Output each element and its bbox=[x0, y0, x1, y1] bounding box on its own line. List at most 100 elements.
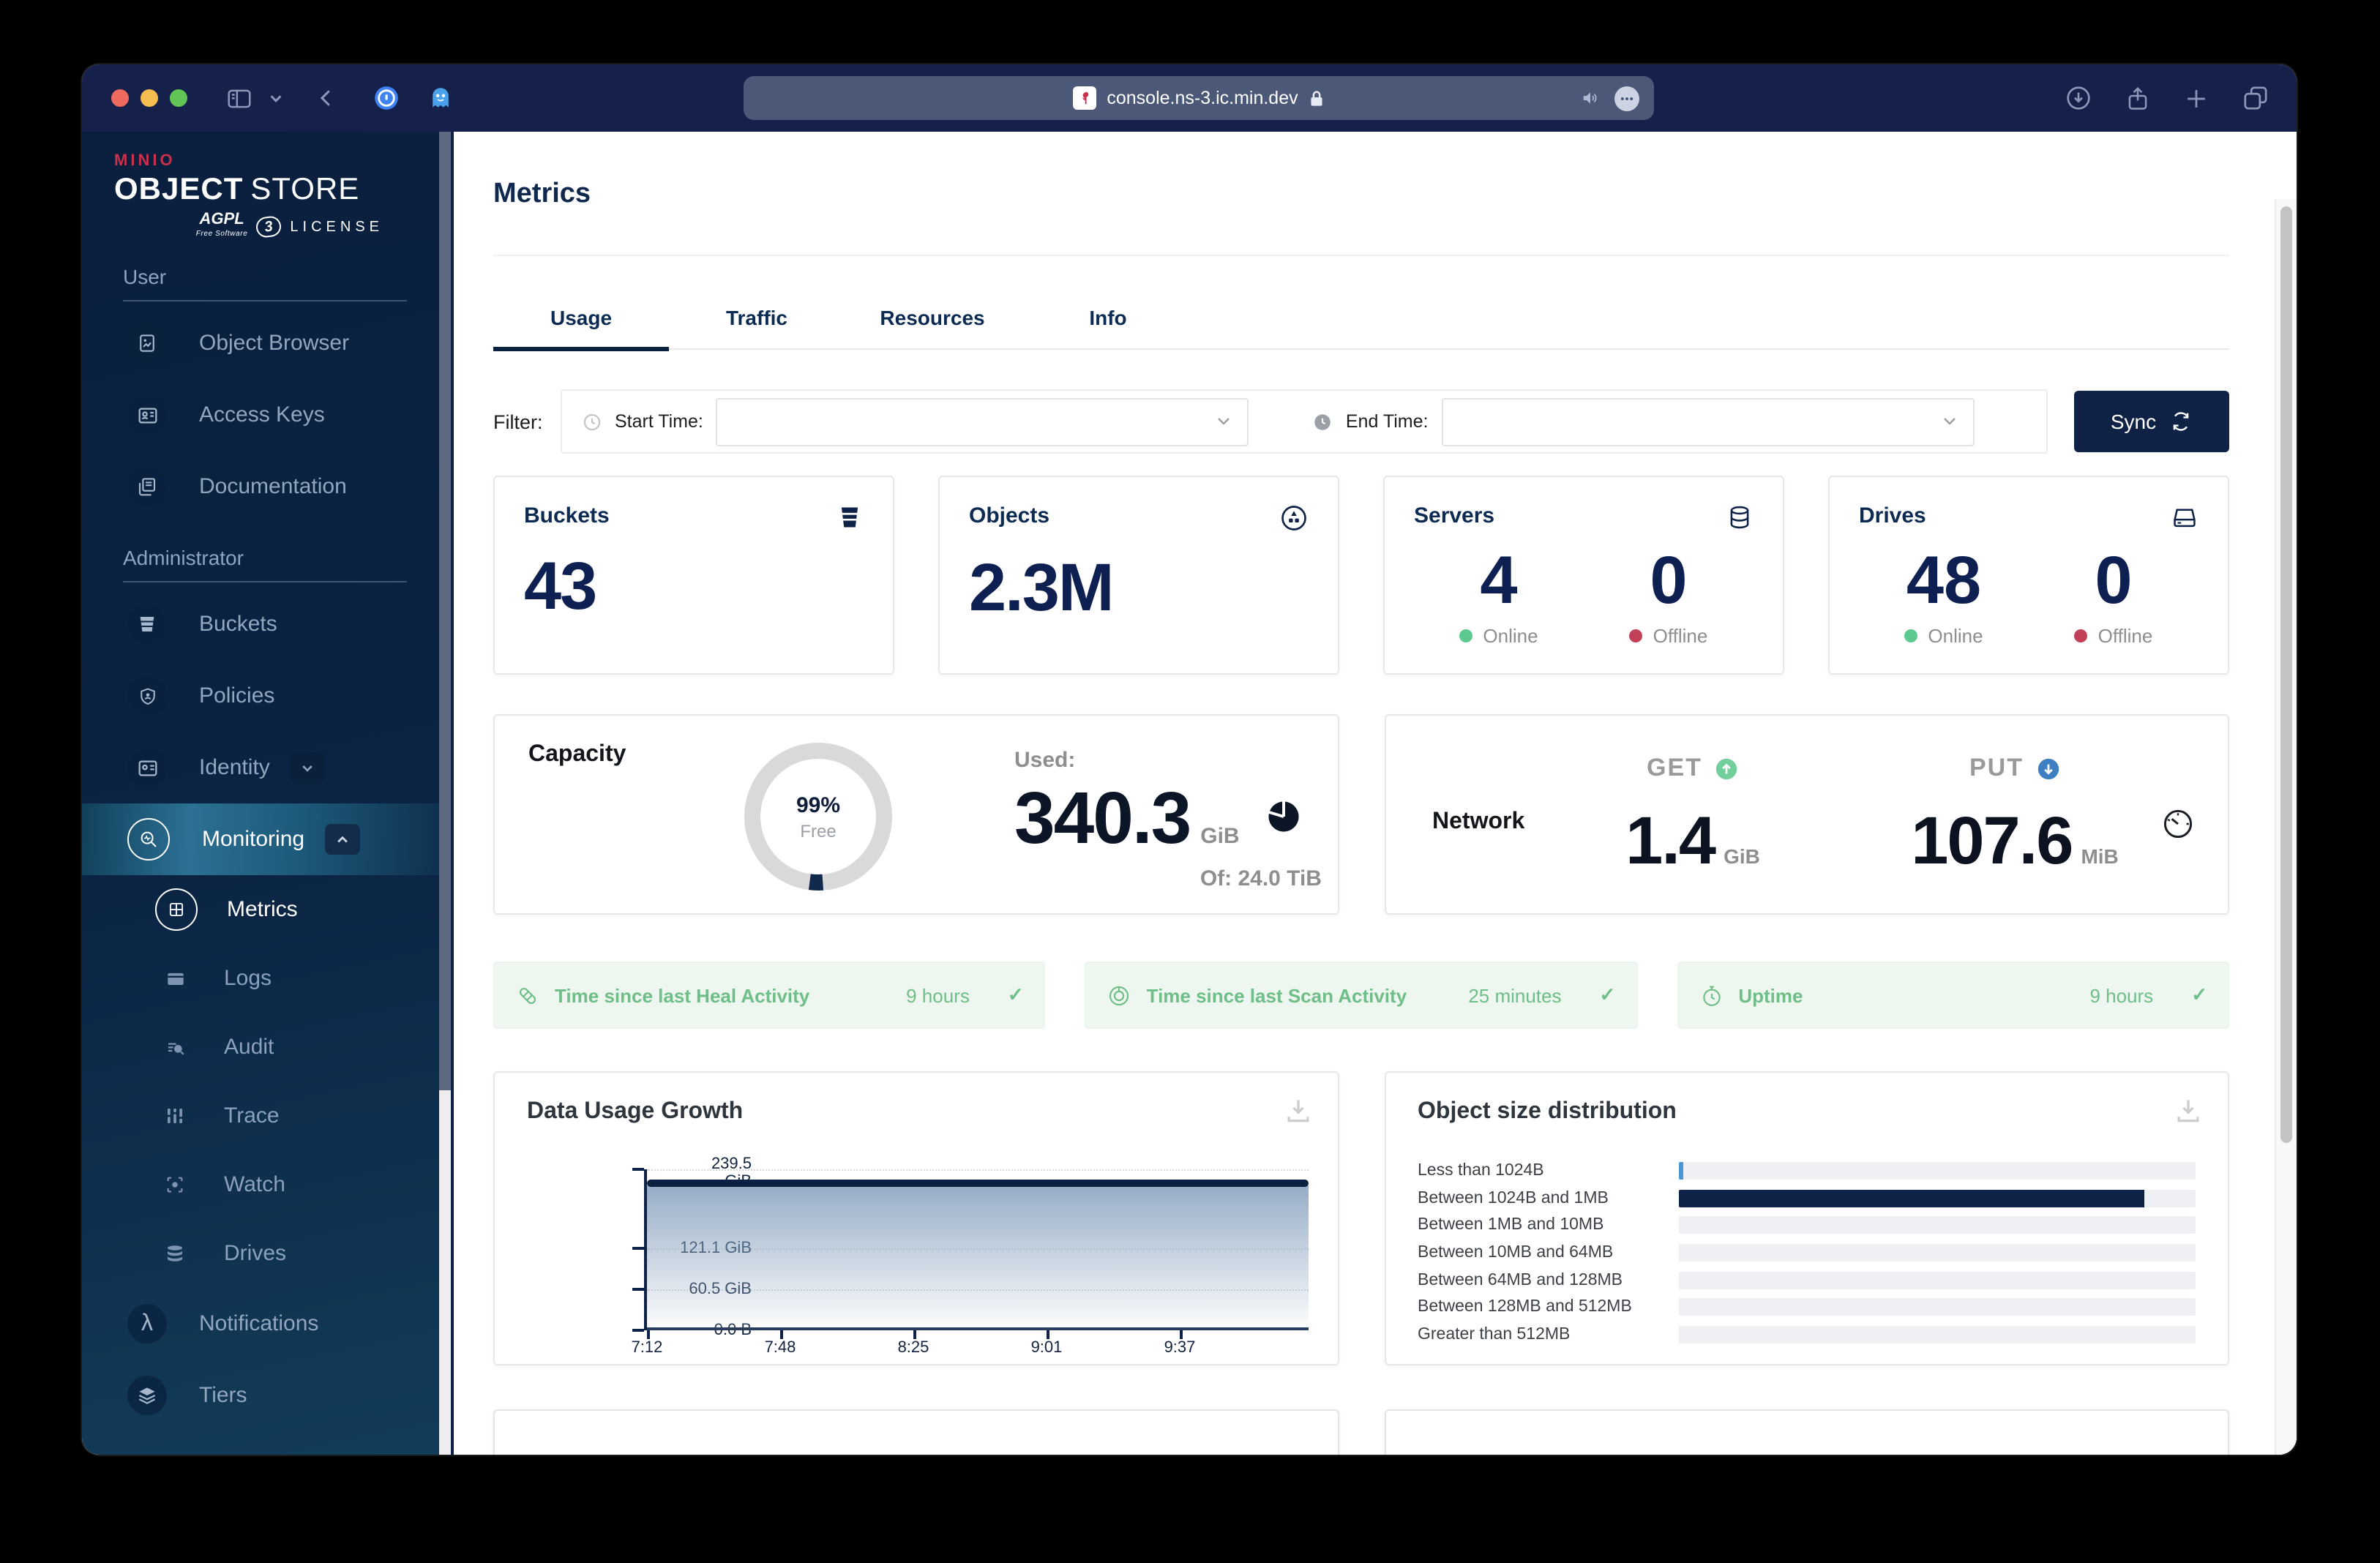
distribution-bar-track bbox=[1678, 1189, 2196, 1207]
distribution-row: Less than 1024B bbox=[1418, 1158, 2196, 1185]
tab-usage[interactable]: Usage bbox=[493, 306, 669, 351]
get-up-arrow-icon bbox=[1715, 757, 1737, 779]
chevron-down-icon[interactable] bbox=[268, 90, 284, 106]
mute-audio-icon[interactable] bbox=[1579, 88, 1601, 108]
distribution-bar-track bbox=[1678, 1325, 2196, 1343]
page-scrollbar[interactable] bbox=[2275, 199, 2297, 1455]
scan-icon bbox=[1109, 985, 1129, 1005]
sidebar-item-trace[interactable]: Trace bbox=[82, 1082, 439, 1150]
start-time-clock-icon bbox=[583, 412, 602, 431]
x-tick bbox=[647, 1330, 650, 1339]
divider bbox=[123, 581, 407, 582]
sidebar-item-label: Documentation bbox=[199, 474, 347, 499]
sidebar-item-documentation[interactable]: Documentation bbox=[82, 451, 439, 522]
capacity-used-value: 340.3 bbox=[1014, 777, 1191, 859]
object-size-distribution-card: Object size distribution Less than 1024B… bbox=[1384, 1071, 2229, 1365]
drives-offline-count: 0 bbox=[2095, 541, 2133, 618]
network-put-block: PUT 107.6 MiB bbox=[1868, 754, 2161, 880]
distribution-bar-track bbox=[1678, 1298, 2196, 1316]
capacity-network-row: Capacity 99% Free Used: 340.3 GiB Of: 24… bbox=[493, 714, 2229, 915]
documentation-icon bbox=[127, 467, 167, 506]
sidebar-toggle-icon[interactable] bbox=[225, 84, 253, 112]
end-time-select[interactable] bbox=[1441, 397, 1975, 446]
online-status-dot bbox=[1459, 629, 1473, 642]
download-chart-icon[interactable] bbox=[1281, 1095, 1314, 1127]
heal-icon bbox=[519, 986, 536, 1004]
logs-icon bbox=[155, 959, 195, 998]
address-bar[interactable]: console.ns-3.ic.min.dev bbox=[744, 76, 1654, 120]
identity-expand-chevron-icon[interactable] bbox=[290, 752, 326, 783]
area-series-line bbox=[647, 1179, 1309, 1187]
sidebar-item-notifications[interactable]: λ Notifications bbox=[82, 1288, 439, 1360]
sidebar-item-watch[interactable]: Watch bbox=[82, 1150, 439, 1219]
x-tick-label: 9:37 bbox=[1164, 1339, 1196, 1357]
sidebar-item-object-browser[interactable]: Object Browser bbox=[82, 307, 439, 379]
tab-resources[interactable]: Resources bbox=[845, 306, 1020, 348]
sidebar-item-monitoring[interactable]: Monitoring bbox=[82, 803, 439, 875]
sync-icon bbox=[2173, 412, 2189, 431]
buckets-icon bbox=[127, 604, 167, 644]
sidebar-item-policies[interactable]: Policies bbox=[82, 660, 439, 732]
distribution-bar-fill bbox=[1678, 1162, 1683, 1180]
url-text: console.ns-3.ic.min.dev bbox=[1107, 88, 1298, 108]
sidebar-item-tiers[interactable]: Tiers bbox=[82, 1360, 439, 1431]
distribution-bar-track bbox=[1678, 1271, 2196, 1289]
sidebar-item-access-keys[interactable]: Access Keys bbox=[82, 379, 439, 451]
distribution-category-label: Between 128MB and 512MB bbox=[1418, 1298, 1632, 1316]
divider bbox=[123, 300, 407, 301]
tab-overview-icon[interactable] bbox=[2241, 83, 2270, 113]
monitoring-collapse-chevron-icon[interactable] bbox=[325, 824, 361, 855]
drives-card-label: Drives bbox=[1859, 503, 1926, 528]
sidebar-item-metrics[interactable]: Metrics bbox=[82, 875, 439, 944]
y-tick bbox=[632, 1247, 644, 1251]
sidebar-item-buckets[interactable]: Buckets bbox=[82, 588, 439, 660]
lock-icon bbox=[1309, 89, 1325, 108]
ghostery-extension-icon[interactable] bbox=[427, 85, 454, 111]
online-status-dot bbox=[1904, 629, 1918, 642]
drives-icon bbox=[155, 1234, 195, 1273]
traffic-lights bbox=[82, 89, 187, 107]
tab-info[interactable]: Info bbox=[1020, 306, 1196, 348]
bucket-icon bbox=[836, 503, 864, 531]
page-header: Metrics bbox=[493, 132, 2229, 256]
x-tick bbox=[780, 1330, 783, 1339]
sidebar-item-label: Drives bbox=[224, 1241, 287, 1266]
back-button[interactable] bbox=[313, 85, 340, 111]
minimize-window-button[interactable] bbox=[141, 89, 158, 107]
download-chart-icon[interactable] bbox=[2172, 1095, 2204, 1127]
offline-label: Offline bbox=[2098, 625, 2153, 647]
tab-bar: Usage Traffic Resources Info bbox=[493, 306, 2229, 351]
sidebar-item-logs[interactable]: Logs bbox=[82, 944, 439, 1013]
distribution-category-label: Between 10MB and 64MB bbox=[1418, 1244, 1614, 1262]
data-usage-growth-card: Data Usage Growth 239.5GiB121.1 GiB60.5 … bbox=[493, 1071, 1339, 1365]
screen: console.ns-3.ic.min.dev MINIO OBJECT STO… bbox=[0, 0, 2380, 1563]
status-bars-row: Time since last Heal Activity 9 hours ✓ … bbox=[493, 962, 2229, 1029]
distribution-category-label: Less than 1024B bbox=[1418, 1162, 1544, 1180]
sidebar-item-drives[interactable]: Drives bbox=[82, 1219, 439, 1288]
get-unit: GiB bbox=[1724, 844, 1760, 868]
start-time-select[interactable] bbox=[716, 397, 1249, 446]
partial-card bbox=[1384, 1409, 2229, 1455]
new-tab-icon[interactable] bbox=[2182, 84, 2210, 112]
status-value: 25 minutes bbox=[1468, 984, 1562, 1006]
downloads-icon[interactable] bbox=[2064, 83, 2093, 113]
sync-button[interactable]: Sync bbox=[2074, 391, 2229, 452]
capacity-used-label: Used: bbox=[1014, 748, 1076, 773]
sidebar-item-identity[interactable]: Identity bbox=[82, 732, 439, 803]
capacity-title: Capacity bbox=[528, 742, 626, 767]
share-icon[interactable] bbox=[2124, 84, 2152, 112]
sidebar: MINIO OBJECT STORE AGPL Free Software 3 LI… bbox=[82, 132, 439, 1455]
page-scrollbar-thumb[interactable] bbox=[2280, 206, 2292, 1143]
status-value: 9 hours bbox=[906, 984, 970, 1006]
password-manager-extension-icon[interactable] bbox=[372, 83, 401, 113]
zoom-window-button[interactable] bbox=[170, 89, 187, 107]
close-window-button[interactable] bbox=[111, 89, 129, 107]
sidebar-item-label: Notifications bbox=[199, 1311, 319, 1336]
y-tick bbox=[632, 1168, 644, 1171]
agpl-version-badge: 3 bbox=[255, 214, 283, 239]
tab-traffic[interactable]: Traffic bbox=[669, 306, 845, 348]
sidebar-scrollbar[interactable] bbox=[439, 132, 451, 1455]
sidebar-item-audit[interactable]: Audit bbox=[82, 1013, 439, 1082]
page-settings-menu-icon[interactable] bbox=[1614, 86, 1639, 110]
sidebar-scrollbar-thumb[interactable] bbox=[439, 132, 451, 1090]
